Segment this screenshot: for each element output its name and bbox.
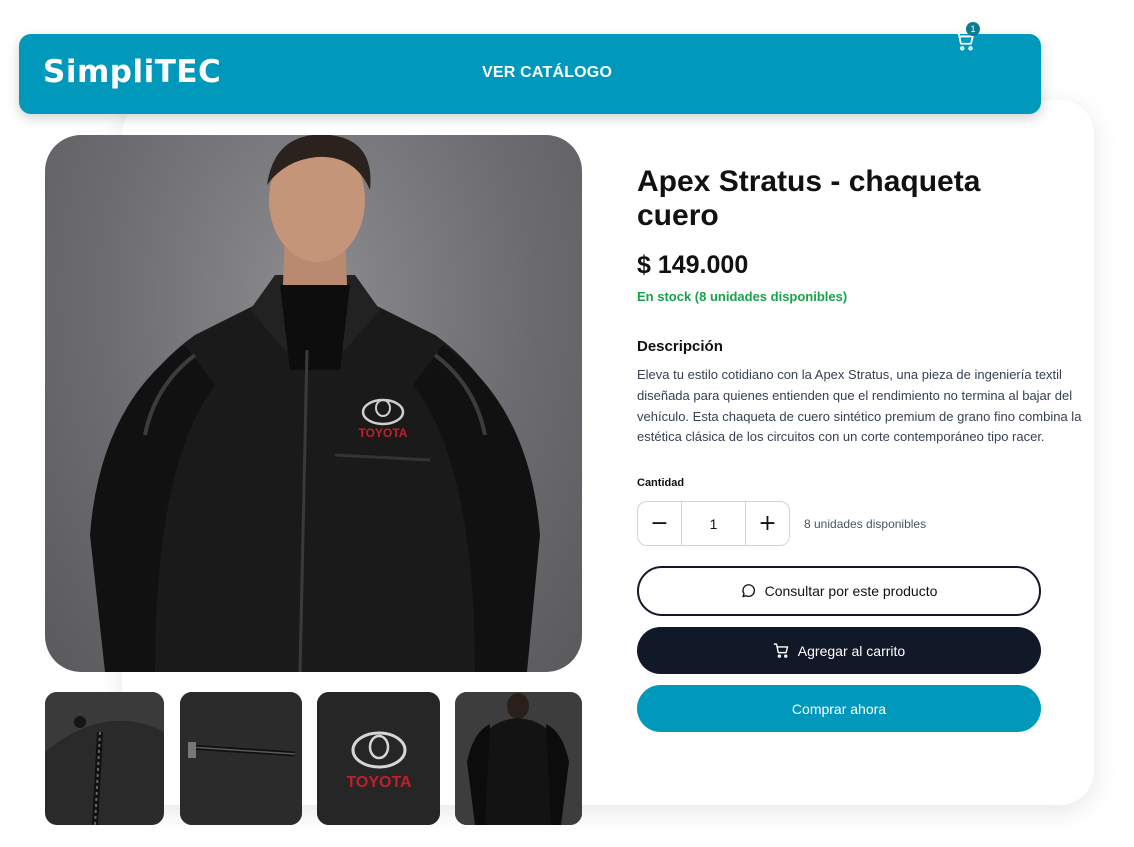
product-price: $ 149.000 xyxy=(637,251,749,279)
main-product-image[interactable]: TOYOTA xyxy=(45,135,582,672)
thumb-zipper-collar[interactable] xyxy=(45,692,164,825)
product-photo: TOYOTA xyxy=(90,135,540,672)
thumb-logo-text: TOYOTA xyxy=(346,774,412,791)
stock-status: En stock (8 unidades disponibles) xyxy=(637,289,848,304)
product-page: SimpliTEC VER CATÁLOGO 1 TOYOTA TOYOTA A… xyxy=(0,0,1134,847)
top-navbar: SimpliTEC VER CATÁLOGO xyxy=(19,34,1041,114)
product-title: Apex Stratus - chaqueta cuero xyxy=(637,165,981,232)
quantity-stepper: − 1 + xyxy=(637,501,790,546)
thumb-image xyxy=(180,692,302,825)
thumb-image xyxy=(455,692,582,825)
consult-product-button[interactable]: Consultar por este producto xyxy=(637,566,1041,616)
cart-icon xyxy=(773,643,789,658)
description-text: Eleva tu estilo cotidiano con la Apex St… xyxy=(637,367,1082,445)
quantity-increase-button[interactable]: + xyxy=(746,502,789,545)
buy-now-button[interactable]: Comprar ahora xyxy=(637,685,1041,732)
add-to-cart-label: Agregar al carrito xyxy=(797,642,906,659)
cart-count-badge: 1 xyxy=(966,22,980,36)
description-heading: Descripción xyxy=(637,338,723,355)
catalog-link[interactable]: VER CATÁLOGO xyxy=(482,64,612,82)
jacket-logo-text: TOYOTA xyxy=(359,426,408,440)
quantity-input[interactable]: 1 xyxy=(681,502,746,545)
thumb-toyota-logo[interactable]: TOYOTA xyxy=(317,692,440,825)
buy-now-label: Comprar ahora xyxy=(791,700,887,717)
thumb-image xyxy=(45,692,164,825)
chat-bubble-icon xyxy=(741,584,755,598)
quantity-label: Cantidad xyxy=(637,477,685,489)
thumb-pocket-zipper[interactable] xyxy=(180,692,302,825)
quantity-decrease-button[interactable]: − xyxy=(638,502,681,545)
consult-label: Consultar por este producto xyxy=(764,583,938,599)
thumb-back-view[interactable] xyxy=(455,692,582,825)
quantity-available: 8 unidades disponibles xyxy=(804,517,927,531)
thumb-image: TOYOTA xyxy=(317,692,440,825)
add-to-cart-button[interactable]: Agregar al carrito xyxy=(637,627,1041,674)
brand-logo[interactable]: SimpliTEC xyxy=(43,54,221,92)
